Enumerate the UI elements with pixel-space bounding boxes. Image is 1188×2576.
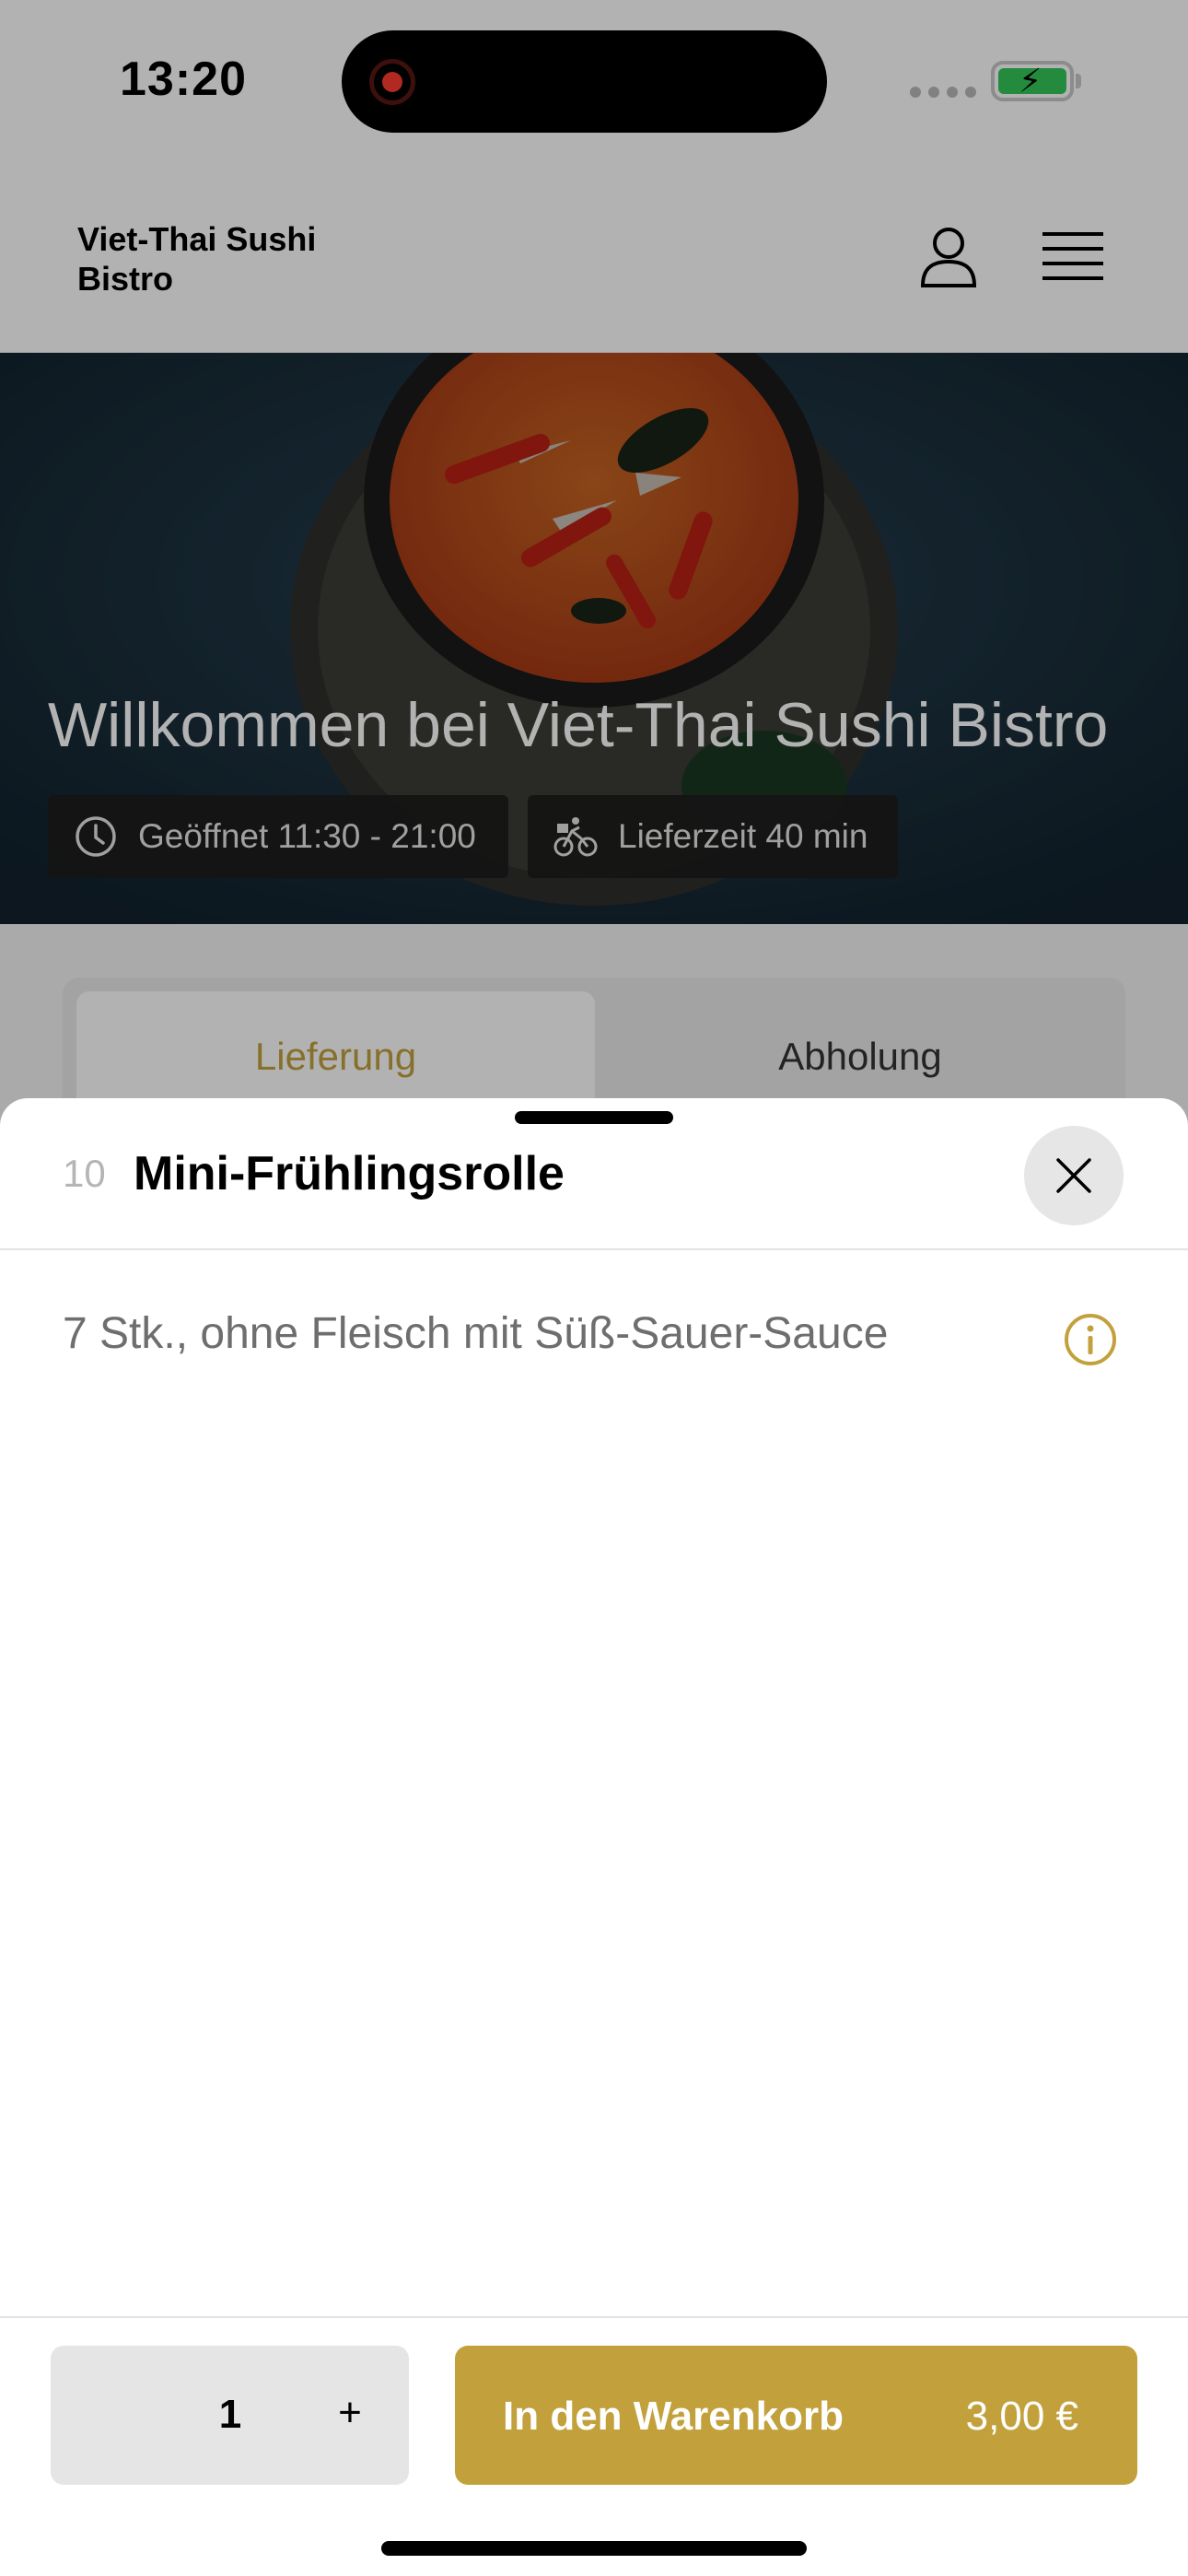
- product-sheet: 10 Mini-Frühlingsrolle 7 Stk., ohne Flei…: [0, 1098, 1188, 2576]
- add-to-cart-label: In den Warenkorb: [503, 2394, 844, 2439]
- increment-button[interactable]: +: [327, 2390, 373, 2436]
- item-number: 10: [63, 1152, 106, 1195]
- close-icon: [1056, 1158, 1091, 1193]
- quantity-stepper: 1 +: [51, 2346, 409, 2485]
- item-description: 7 Stk., ohne Fleisch mit Süß-Sauer-Sauce: [63, 1309, 889, 1358]
- sheet-footer: 1 + In den Warenkorb 3,00 €: [0, 2316, 1188, 2576]
- home-indicator[interactable]: [381, 2541, 807, 2556]
- item-price: 3,00 €: [965, 2394, 1078, 2439]
- sheet-header: 10 Mini-Frühlingsrolle: [0, 1098, 1188, 1250]
- item-title: Mini-Frühlingsrolle: [134, 1147, 565, 1200]
- close-button[interactable]: [1024, 1126, 1124, 1225]
- info-icon[interactable]: [1063, 1312, 1118, 1367]
- quantity-value: 1: [218, 2392, 242, 2437]
- add-to-cart-button[interactable]: In den Warenkorb 3,00 €: [455, 2346, 1137, 2485]
